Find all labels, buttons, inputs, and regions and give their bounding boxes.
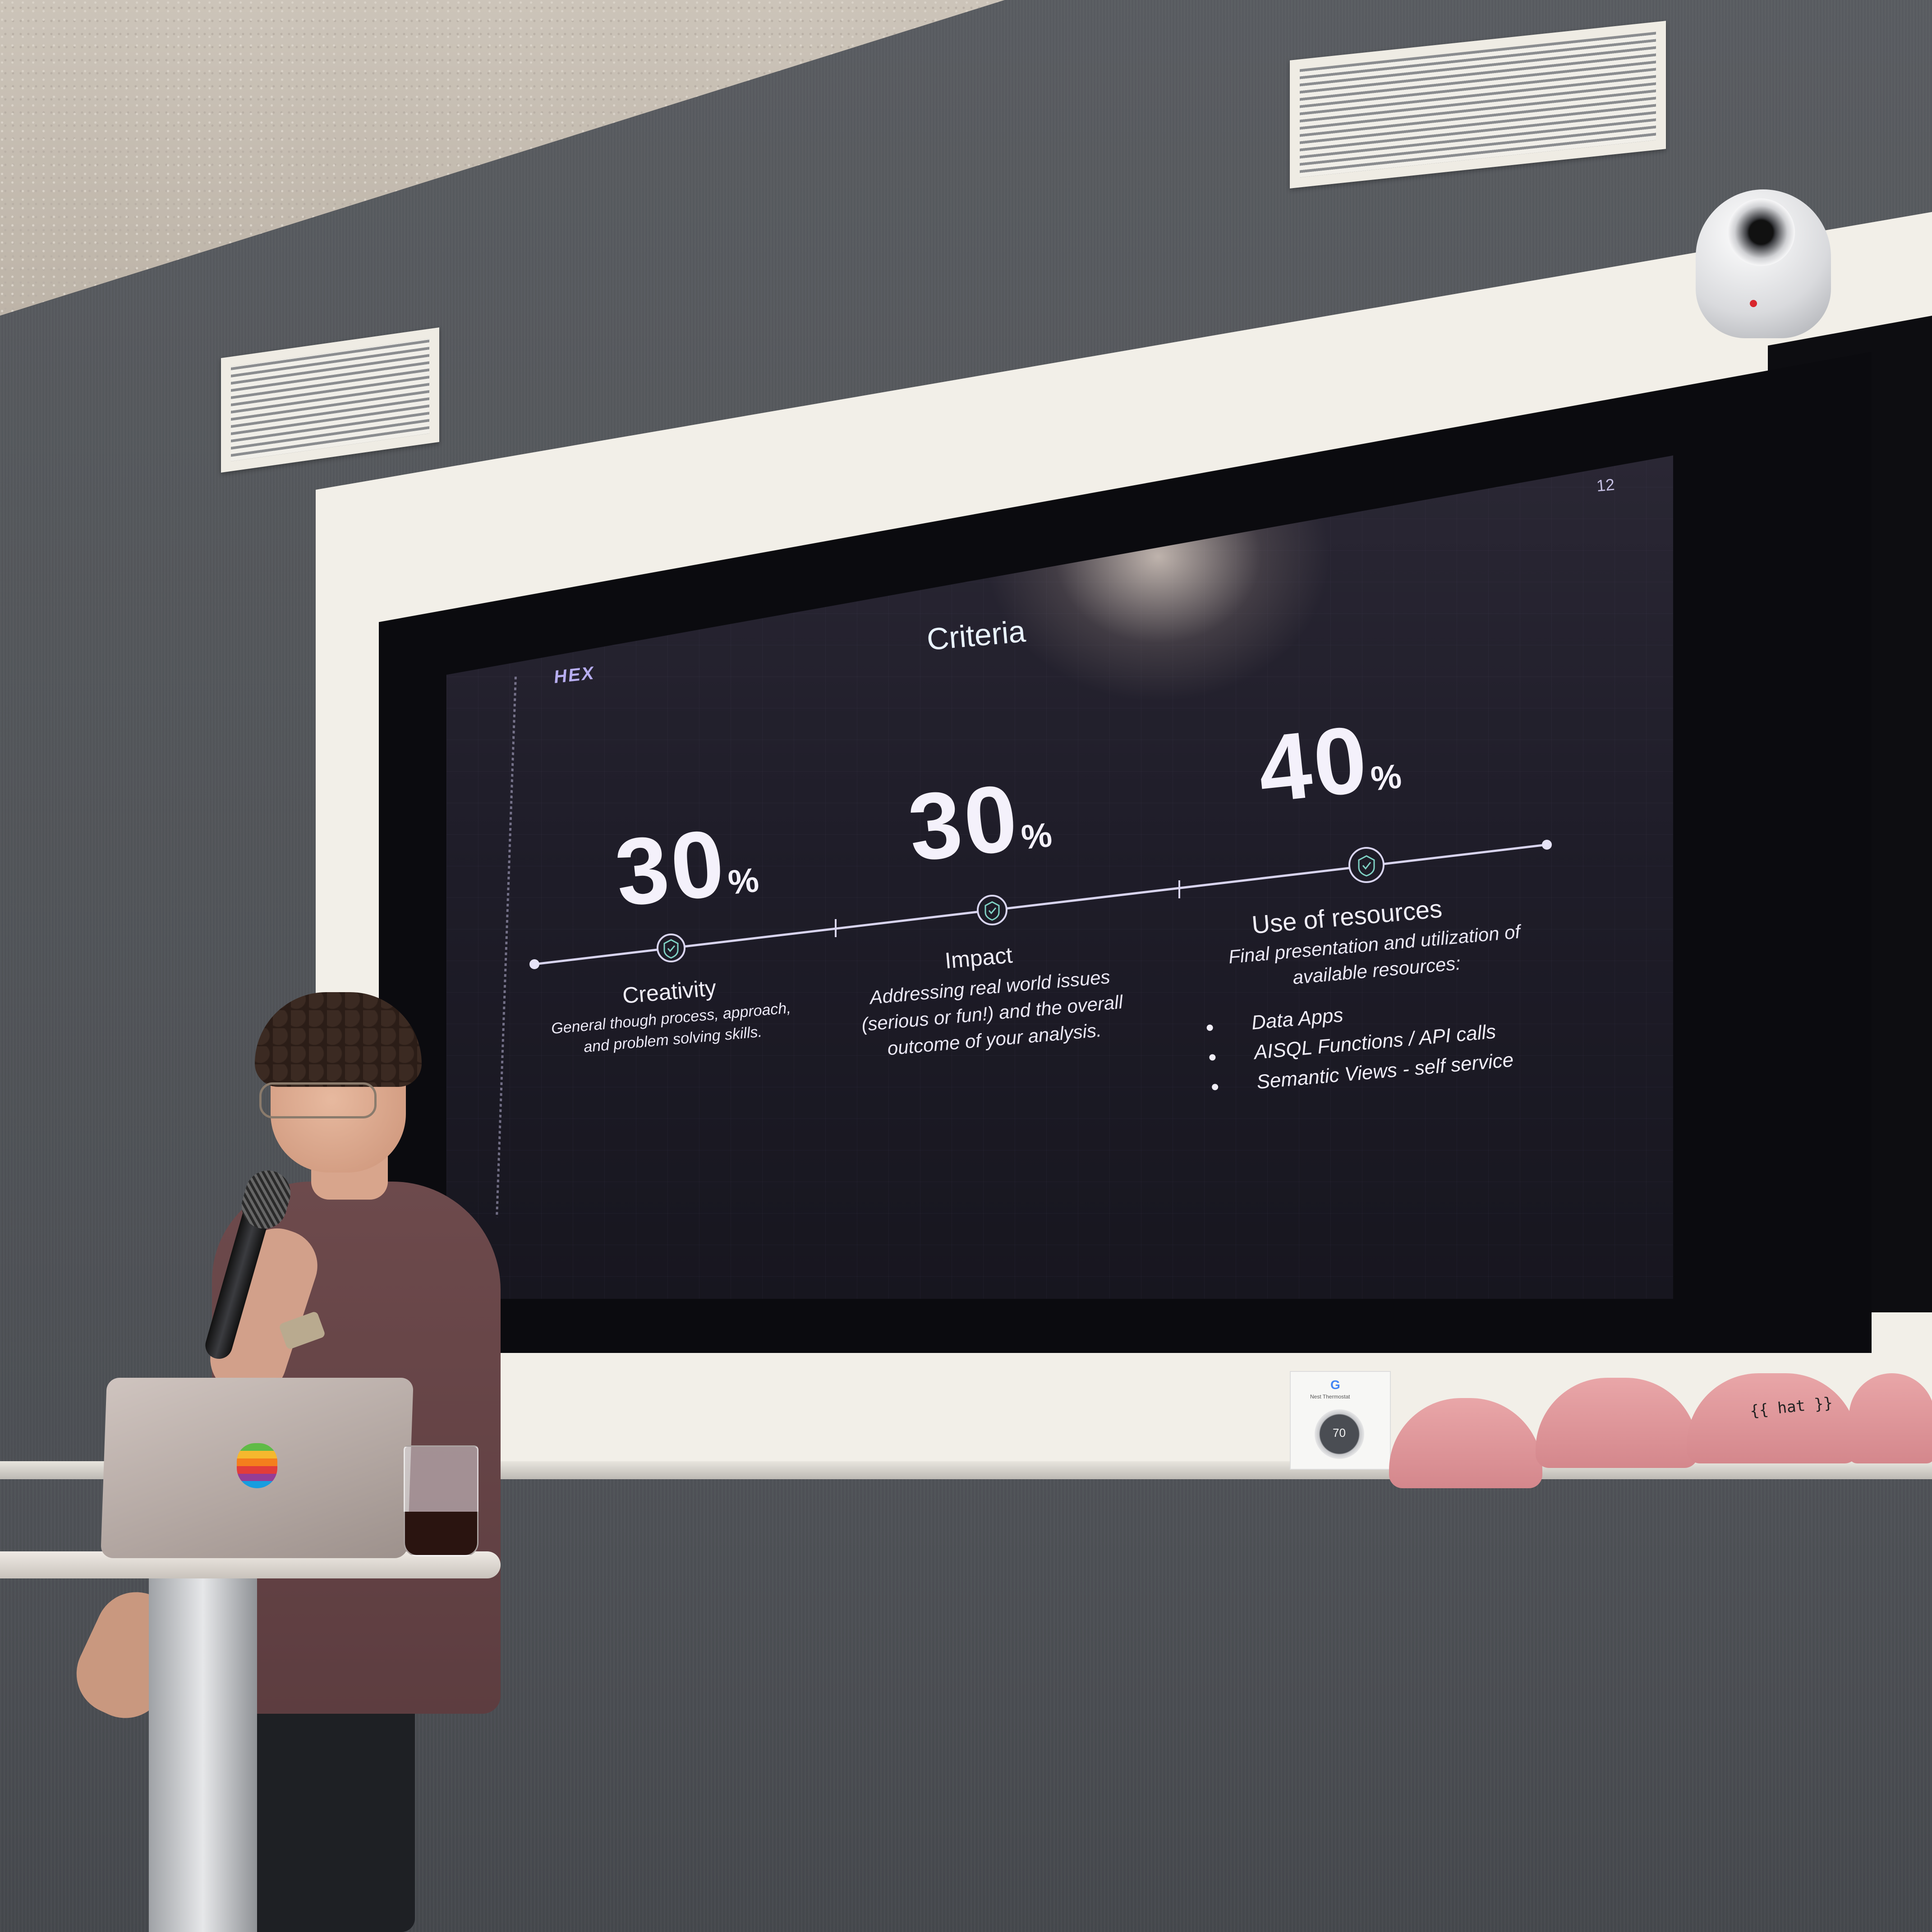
- percent-sign: %: [726, 860, 761, 902]
- google-logo: G: [1330, 1378, 1340, 1392]
- percentage-value: 30: [903, 764, 1025, 881]
- slide-page-number: 12: [1596, 475, 1615, 495]
- percent-sign: %: [1369, 757, 1403, 799]
- percentage-value: 40: [1253, 705, 1375, 823]
- percentage-value: 30: [610, 809, 732, 926]
- creativity-percentage: 30%: [610, 805, 762, 928]
- desk-leg: [149, 1578, 257, 1932]
- rainbow-apple-icon: [237, 1443, 277, 1488]
- plastic-cup: [404, 1445, 478, 1556]
- impact-percentage: 30%: [903, 759, 1055, 883]
- camera-status-light: [1750, 300, 1757, 307]
- percent-sign: %: [1019, 815, 1054, 857]
- pink-hat: [1849, 1373, 1932, 1463]
- camera-lens-icon: [1727, 198, 1795, 266]
- resources-percentage: 40%: [1253, 701, 1405, 824]
- presenter-legs: [244, 1687, 415, 1932]
- thermostat-temperature: 70: [1333, 1426, 1346, 1440]
- hex-logo: HEX: [552, 663, 596, 687]
- glasses: [259, 1082, 377, 1118]
- thermostat-label: Nest Thermostat: [1310, 1394, 1350, 1400]
